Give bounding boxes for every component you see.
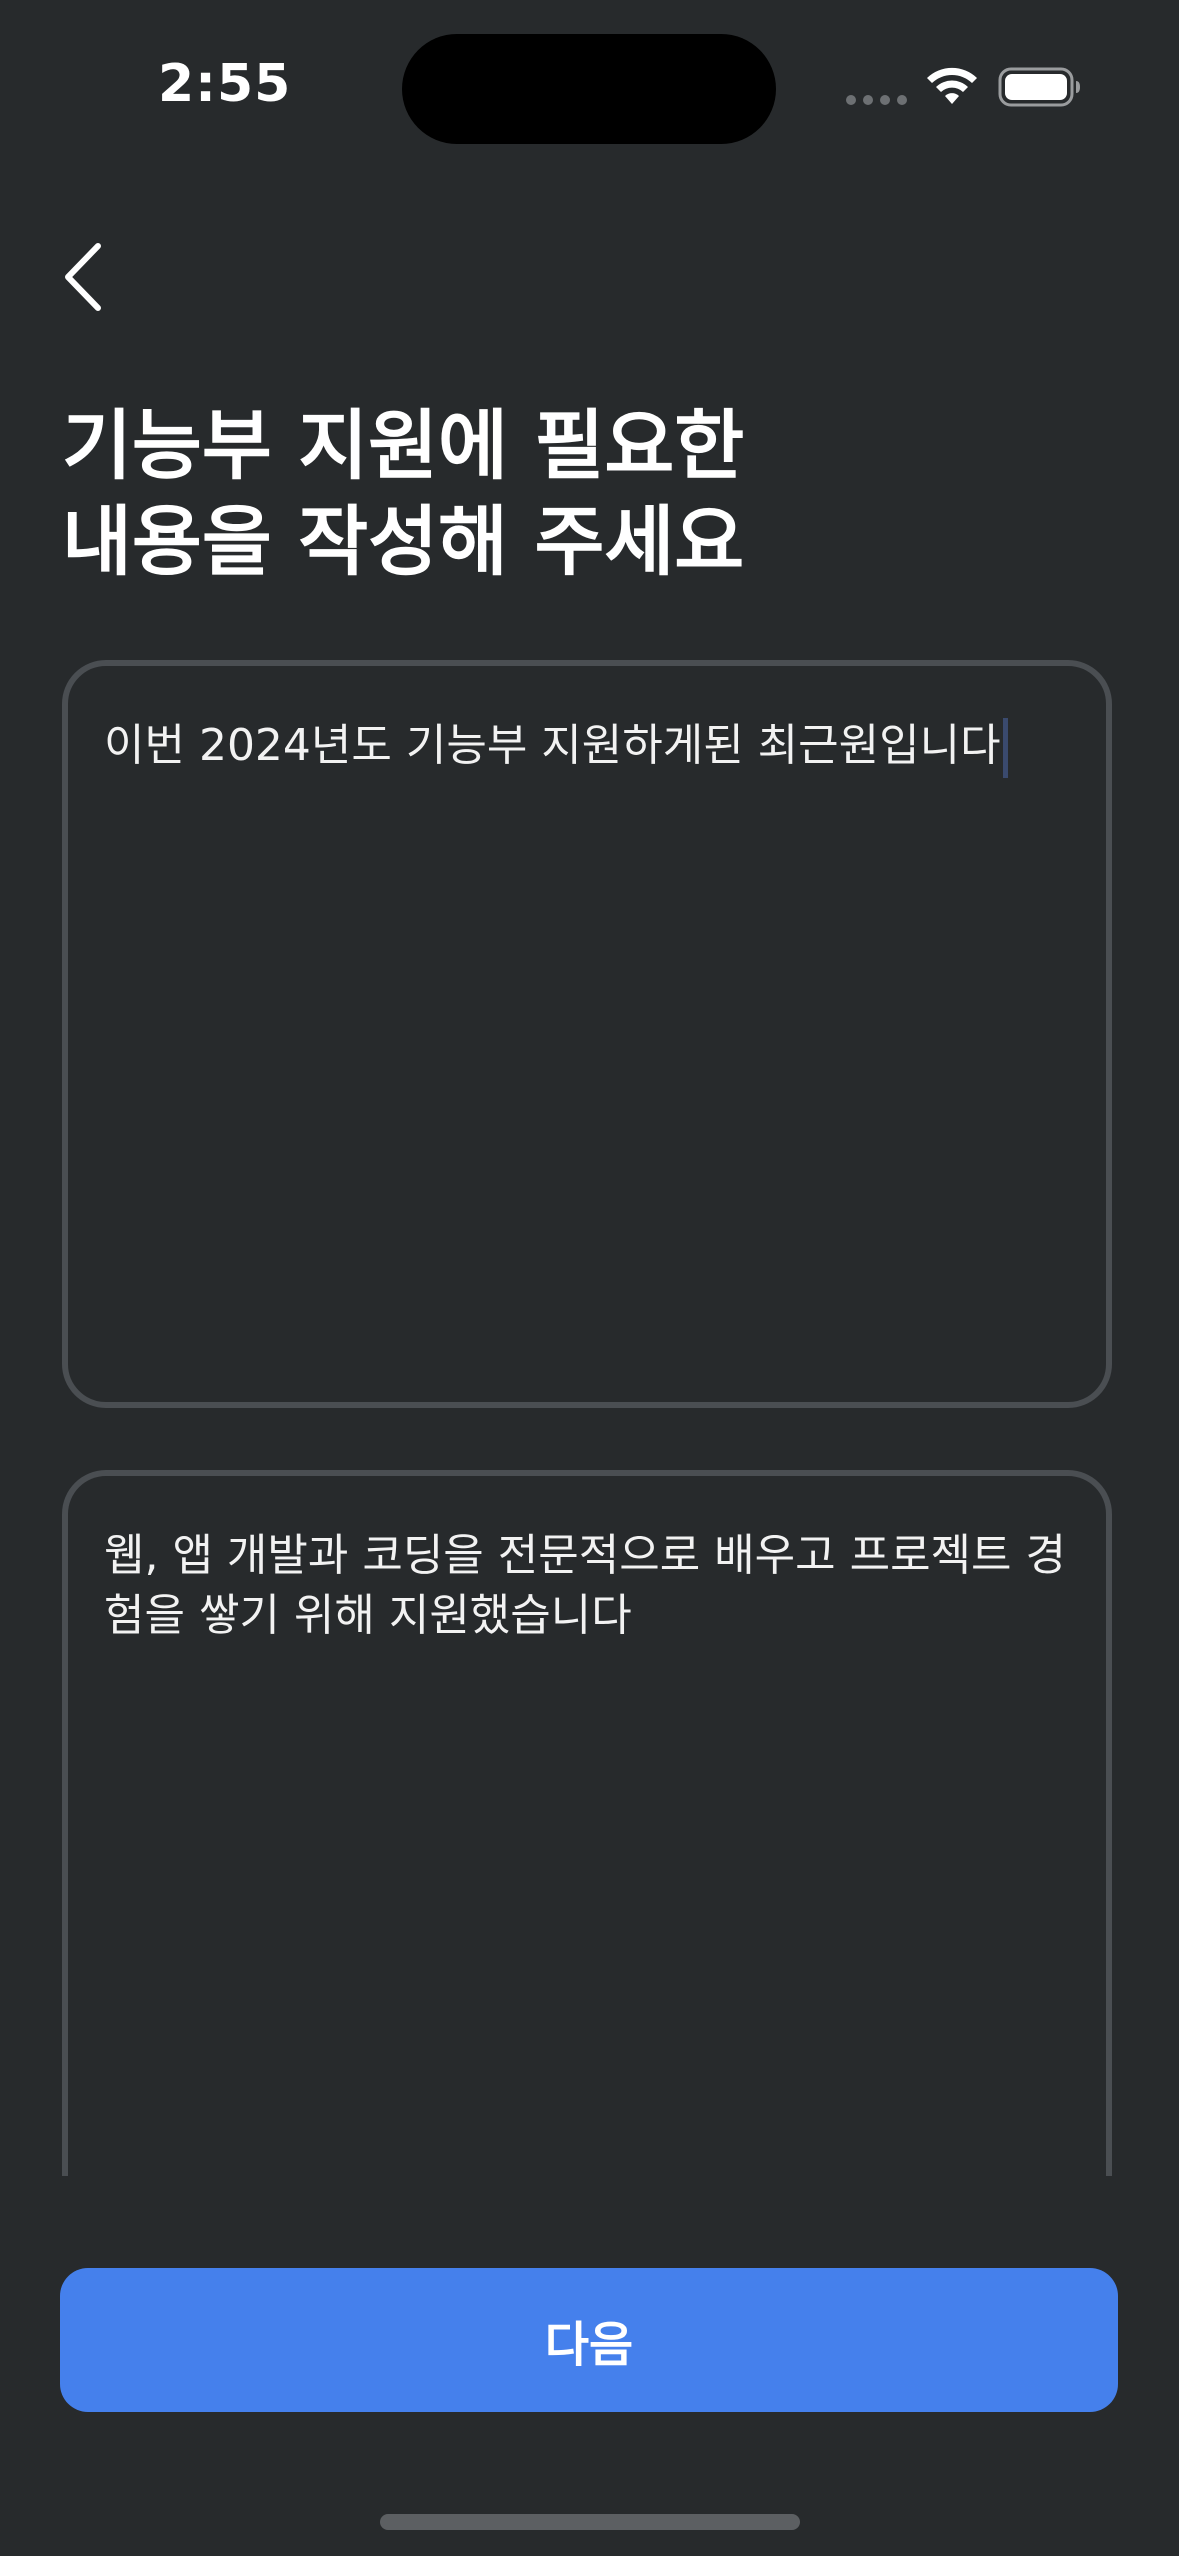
intro-text: 이번 2024년도 기능부 지원하게된 최근원입니다: [104, 720, 1001, 771]
back-button[interactable]: [62, 232, 132, 322]
chevron-left-icon: [65, 243, 101, 311]
battery-icon: [998, 67, 1080, 107]
page-title-line-2: 내용을 작성해 주세요: [62, 497, 745, 586]
page-title: 기능부 지원에 필요한 내용을 작성해 주세요: [62, 398, 1062, 590]
status-time: 2:55: [158, 54, 292, 114]
motivation-textarea[interactable]: 웹, 앱 개발과 코딩을 전문적으로 배우고 프로젝트 경험을 쌓기 위해 지원…: [62, 1470, 1112, 2270]
wifi-icon: [927, 67, 977, 104]
page-title-line-1: 기능부 지원에 필요한: [62, 401, 745, 490]
intro-textarea[interactable]: 이번 2024년도 기능부 지원하게된 최근원입니다: [62, 660, 1112, 1408]
dynamic-island: [402, 34, 776, 144]
motivation-text: 웹, 앱 개발과 코딩을 전문적으로 배우고 프로젝트 경험을 쌓기 위해 지원…: [104, 1530, 1066, 1641]
next-button[interactable]: 다음: [60, 2268, 1118, 2412]
status-bar: 2:55: [0, 0, 1179, 170]
cellular-signal-icon: [846, 95, 907, 105]
text-cursor: [1002, 718, 1008, 778]
home-indicator: [380, 2514, 800, 2530]
